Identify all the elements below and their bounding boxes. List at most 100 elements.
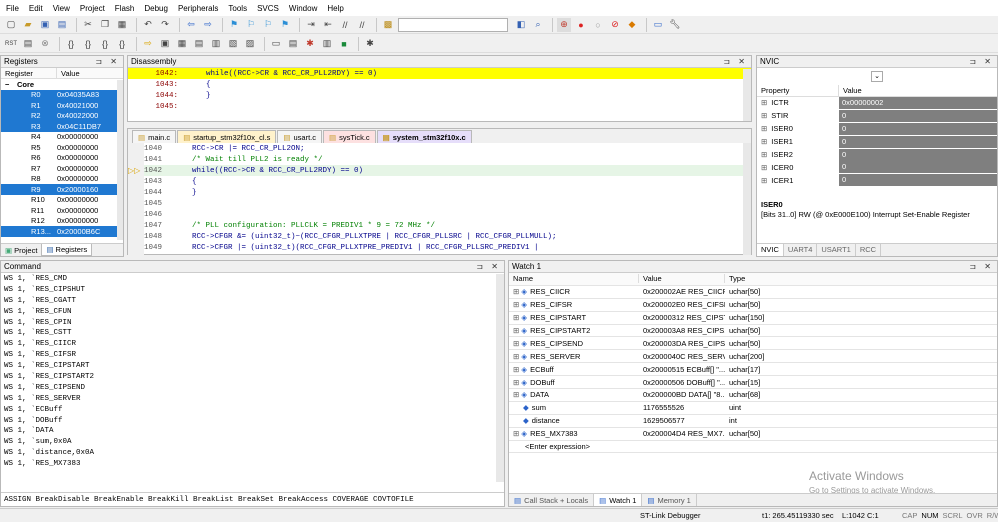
expand-icon[interactable]: ⊞ bbox=[761, 124, 767, 133]
watch-tab[interactable]: ▤ Watch 1 bbox=[594, 494, 643, 506]
value-column-header[interactable]: Value bbox=[57, 68, 80, 78]
register-row[interactable]: R11 0x00000000 bbox=[1, 205, 123, 216]
nvic-property-value[interactable]: 0 bbox=[839, 161, 997, 174]
nvic-tab[interactable]: RCC bbox=[856, 244, 882, 256]
memory-window-icon[interactable]: ▭ bbox=[269, 37, 283, 51]
editor-tab[interactable]: ▤ startup_stm32f10x_cl.s bbox=[177, 130, 277, 143]
code-line[interactable]: 1044 } bbox=[144, 187, 751, 198]
menu-item-window[interactable]: Window bbox=[289, 4, 317, 13]
registers-window-icon[interactable]: ▥ bbox=[209, 37, 223, 51]
expand-icon[interactable]: ⊞ bbox=[761, 150, 767, 159]
editor-code[interactable]: 1040 RCC->CR |= RCC_CR_PLL2ON; 1041 /* Wa… bbox=[144, 143, 751, 255]
cut-icon[interactable]: ✂ bbox=[81, 18, 95, 32]
copy-icon[interactable]: ❐ bbox=[98, 18, 112, 32]
paste-icon[interactable]: ▦ bbox=[115, 18, 129, 32]
expand-icon[interactable]: ⊞ bbox=[761, 111, 767, 120]
code-line[interactable]: 1045 bbox=[144, 198, 751, 209]
disassembly-line[interactable]: 1045: bbox=[128, 101, 751, 112]
register-value[interactable]: 0x00000000 bbox=[57, 143, 123, 152]
nav-back-icon[interactable]: ⇦ bbox=[184, 18, 198, 32]
breakpoint-icon[interactable]: ● bbox=[574, 18, 588, 32]
expand-icon[interactable]: ⊞ bbox=[761, 163, 767, 172]
register-group-core[interactable]: − Core bbox=[1, 79, 123, 90]
disassembly-window-icon[interactable]: ▦ bbox=[175, 37, 189, 51]
menu-item-help[interactable]: Help bbox=[327, 4, 343, 13]
tab-project[interactable]: ▣ Project bbox=[1, 244, 41, 256]
watch-value[interactable]: 0x200004D4 RES_MX7... bbox=[639, 429, 725, 438]
expand-icon[interactable]: ⊞ bbox=[513, 287, 519, 296]
register-row[interactable]: R7 0x00000000 bbox=[1, 163, 123, 174]
register-value[interactable]: 0x04C11DB7 bbox=[57, 122, 123, 131]
watch-value[interactable]: 1629506577 bbox=[639, 416, 725, 425]
undo-icon[interactable]: ↶ bbox=[141, 18, 155, 32]
expand-icon[interactable]: ⊞ bbox=[513, 339, 519, 348]
new-file-icon[interactable]: ▢ bbox=[4, 18, 18, 32]
panel-controls[interactable]: ⊐ ✕ bbox=[969, 56, 994, 68]
panel-controls[interactable]: ⊐ ✕ bbox=[723, 56, 748, 68]
expand-icon[interactable]: ⊞ bbox=[513, 378, 519, 387]
register-row[interactable]: R9 0x20000160 bbox=[1, 184, 123, 195]
breakpoint-kill-icon[interactable]: ⊘ bbox=[608, 18, 622, 32]
watch-value[interactable]: 0x20000312 RES_CIPST... bbox=[639, 313, 725, 322]
comment-icon[interactable]: // bbox=[338, 18, 352, 32]
expand-icon[interactable]: ⊞ bbox=[513, 390, 519, 399]
uncomment-icon[interactable]: // bbox=[355, 18, 369, 32]
disassembly-line[interactable]: 1043: { bbox=[128, 79, 751, 90]
panel-controls[interactable]: ⊐ ✕ bbox=[95, 56, 120, 68]
menu-item-flash[interactable]: Flash bbox=[115, 4, 135, 13]
watch-row[interactable]: ◆ distance 1629506577 int bbox=[509, 415, 997, 428]
find-combo[interactable] bbox=[398, 17, 508, 32]
bookmark-prev-icon[interactable]: ⚐ bbox=[244, 18, 258, 32]
expand-icon[interactable]: ⊞ bbox=[513, 429, 519, 438]
disassembly-line[interactable]: 1042: while((RCC->CR & RCC_CR_PLL2RDY) =… bbox=[128, 68, 751, 79]
command-window-icon[interactable]: ▣ bbox=[158, 37, 172, 51]
nvic-row[interactable]: ⊞ ICER1 0 bbox=[757, 174, 997, 188]
watch-value-header[interactable]: Value bbox=[639, 274, 725, 284]
editor-tab[interactable]: ▤ usart.c bbox=[277, 130, 323, 143]
bookmark-next-icon[interactable]: ⚐ bbox=[261, 18, 275, 32]
expand-icon[interactable]: ⊞ bbox=[513, 365, 519, 374]
register-column-header[interactable]: Register bbox=[1, 68, 57, 78]
nav-forward-icon[interactable]: ⇨ bbox=[201, 18, 215, 32]
menu-item-edit[interactable]: Edit bbox=[29, 4, 43, 13]
reset-icon[interactable]: RST bbox=[4, 37, 18, 51]
unindent-icon[interactable]: ⇤ bbox=[321, 18, 335, 32]
watch-window-icon[interactable]: ▨ bbox=[243, 37, 257, 51]
register-value[interactable]: 0x40022000 bbox=[57, 111, 123, 120]
watch-row[interactable]: ⊞ ◈ DATA 0x200000BD DATA[] "8... uchar[68] bbox=[509, 389, 997, 402]
menu-item-peripherals[interactable]: Peripherals bbox=[178, 4, 218, 13]
watch-value[interactable]: 0x20000515 ECBuff[] "... bbox=[639, 365, 725, 374]
analysis-window-icon[interactable]: ✱ bbox=[303, 37, 317, 51]
incremental-find-icon[interactable]: ◧ bbox=[514, 18, 528, 32]
save-icon[interactable]: ▣ bbox=[38, 18, 52, 32]
code-line[interactable]: 1040 RCC->CR |= RCC_CR_PLL2ON; bbox=[144, 143, 751, 154]
menu-item-view[interactable]: View bbox=[53, 4, 70, 13]
nvic-row[interactable]: ⊞ ISER2 0 bbox=[757, 148, 997, 162]
expand-icon[interactable]: ⊞ bbox=[761, 98, 767, 107]
code-line[interactable]: 1046 bbox=[144, 209, 751, 220]
watch-row[interactable]: ⊞ ◈ RES_CIPSTART 0x20000312 RES_CIPST... uch… bbox=[509, 312, 997, 325]
register-value[interactable]: 0x04035A83 bbox=[57, 90, 123, 99]
serial-window-icon[interactable]: ▤ bbox=[286, 37, 300, 51]
step-icon[interactable]: {} bbox=[64, 37, 78, 51]
expand-icon[interactable]: ⊞ bbox=[513, 300, 519, 309]
panel-controls[interactable]: ⊐ ✕ bbox=[969, 261, 994, 273]
register-row[interactable]: R0 0x04035A83 bbox=[1, 89, 123, 100]
nvic-property-value[interactable]: 0 bbox=[839, 122, 997, 135]
register-value[interactable]: 0x00000000 bbox=[57, 164, 123, 173]
nvic-row[interactable]: ⊞ ICER0 0 bbox=[757, 161, 997, 175]
register-row[interactable]: R2 0x40022000 bbox=[1, 110, 123, 121]
watch-row[interactable]: ◆ sum 1176555526 uint bbox=[509, 402, 997, 415]
editor-tab[interactable]: ▤ main.c bbox=[132, 130, 177, 143]
menu-item-file[interactable]: File bbox=[6, 4, 19, 13]
debug-session-icon[interactable]: ⊕ bbox=[557, 17, 571, 32]
expand-icon[interactable]: ⊞ bbox=[761, 176, 767, 185]
property-column-header[interactable]: Property bbox=[757, 85, 839, 96]
save-all-icon[interactable]: ▤ bbox=[55, 18, 69, 32]
watch-value[interactable]: 1176555526 bbox=[639, 403, 725, 412]
code-line[interactable]: 1043 { bbox=[144, 176, 751, 187]
watch-value[interactable]: 0x200003A8 RES_CIPS... bbox=[639, 326, 725, 335]
find-in-files-icon[interactable]: ▩ bbox=[381, 18, 395, 32]
watch-value[interactable]: 0x200003DA RES_CIPS... bbox=[639, 339, 725, 348]
watch-value[interactable]: 0x2000040C RES_SERV... bbox=[639, 352, 725, 361]
